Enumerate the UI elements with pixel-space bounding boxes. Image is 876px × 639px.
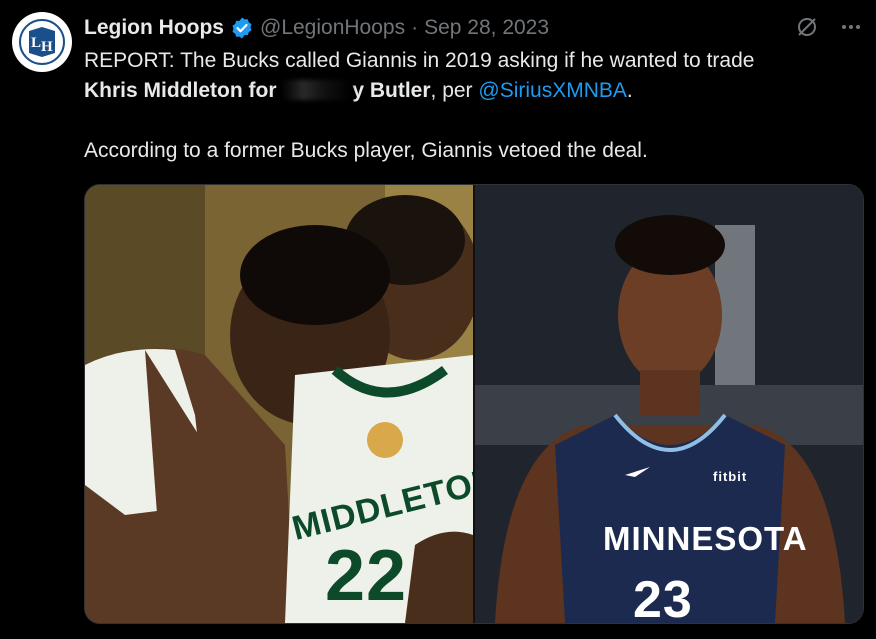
- top-actions: [794, 14, 864, 40]
- jersey-number-middleton: 22: [325, 536, 408, 616]
- blurred-text: [282, 80, 353, 100]
- bold-text-a: Khris Middleton for: [84, 79, 277, 102]
- verified-icon: [232, 17, 252, 39]
- jersey-number-butler: 23: [633, 571, 693, 623]
- separator-dot: ·: [411, 16, 419, 39]
- more-icon[interactable]: [838, 14, 864, 40]
- tweet-text: REPORT: The Bucks called Giannis in 2019…: [84, 46, 854, 166]
- jersey-team-butler: MINNESOTA: [603, 520, 808, 557]
- tweet-line-2: Khris Middleton for y Butler, per @Siriu…: [84, 76, 854, 106]
- media-grid: MIDDLETON 22 fitbit MINNESOTA 23: [84, 184, 864, 624]
- mention-link[interactable]: @SiriusXMNBA: [478, 79, 627, 102]
- svg-text:L: L: [31, 35, 41, 51]
- post-date[interactable]: Sep 28, 2023: [424, 16, 549, 40]
- jersey-sponsor-butler: fitbit: [713, 469, 748, 484]
- bold-text-b: y Butler: [352, 79, 431, 102]
- period-text: .: [626, 79, 633, 102]
- svg-text:H: H: [41, 39, 53, 55]
- avatar[interactable]: L H: [12, 12, 72, 72]
- grok-icon[interactable]: [794, 14, 820, 40]
- photo-butler[interactable]: fitbit MINNESOTA 23: [475, 185, 863, 623]
- author-handle[interactable]: @LegionHoops: [260, 16, 405, 40]
- per-text: , per: [430, 79, 479, 102]
- photo-giannis-middleton[interactable]: MIDDLETON 22: [85, 185, 473, 623]
- tweet-line-3: According to a former Bucks player, Gian…: [84, 139, 648, 162]
- legion-hoops-logo-icon: L H: [19, 19, 65, 65]
- tweet-header: Legion Hoops @LegionHoops · Sep 28, 2023: [84, 14, 549, 42]
- author-name[interactable]: Legion Hoops: [84, 16, 224, 40]
- tweet-line-1: REPORT: The Bucks called Giannis in 2019…: [84, 49, 755, 72]
